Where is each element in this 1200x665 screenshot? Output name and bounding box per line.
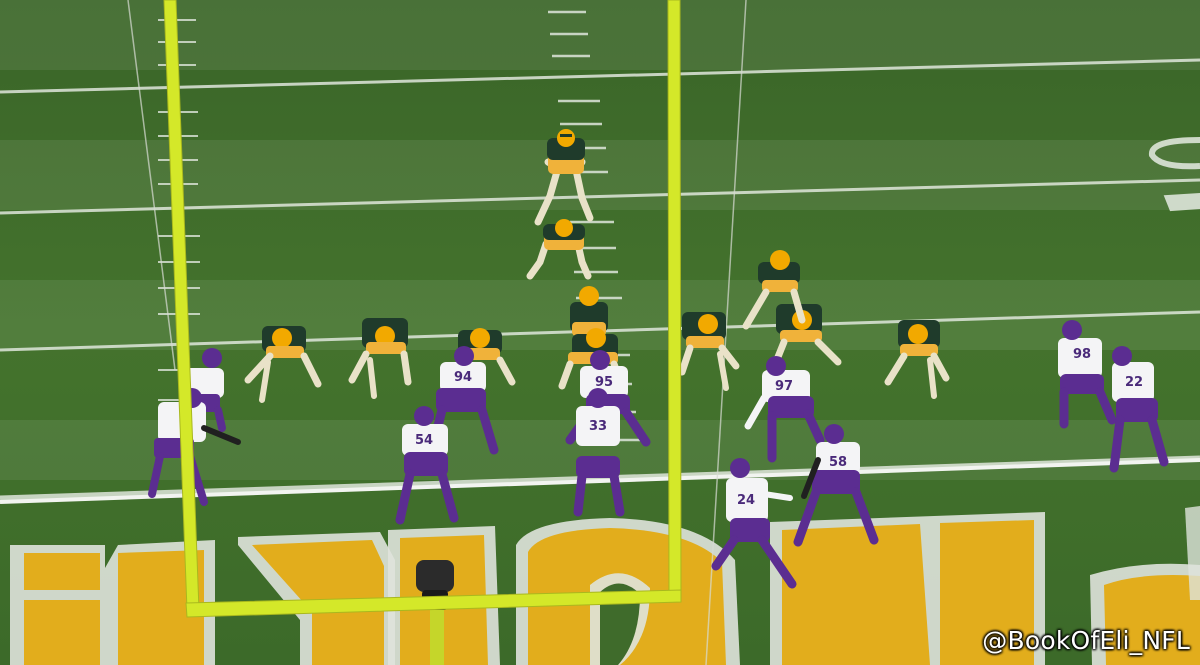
jersey-number: 94: [454, 370, 472, 385]
jersey-number: 98: [1073, 347, 1091, 362]
jersey-number: 95: [595, 375, 613, 390]
watermark: @BookOfEli_NFL: [982, 626, 1190, 655]
football-field-scene: 94 95 97 54 33 58 24 98 22: [0, 0, 1200, 665]
jersey-number: 54: [415, 433, 433, 448]
jersey-number: 24: [737, 493, 755, 508]
field-svg: 94 95 97 54 33 58 24 98 22: [0, 0, 1200, 665]
jersey-number: 58: [829, 455, 847, 470]
jersey-number: 97: [775, 379, 793, 394]
jersey-number: 33: [589, 419, 607, 434]
jersey-number: 22: [1125, 375, 1143, 390]
